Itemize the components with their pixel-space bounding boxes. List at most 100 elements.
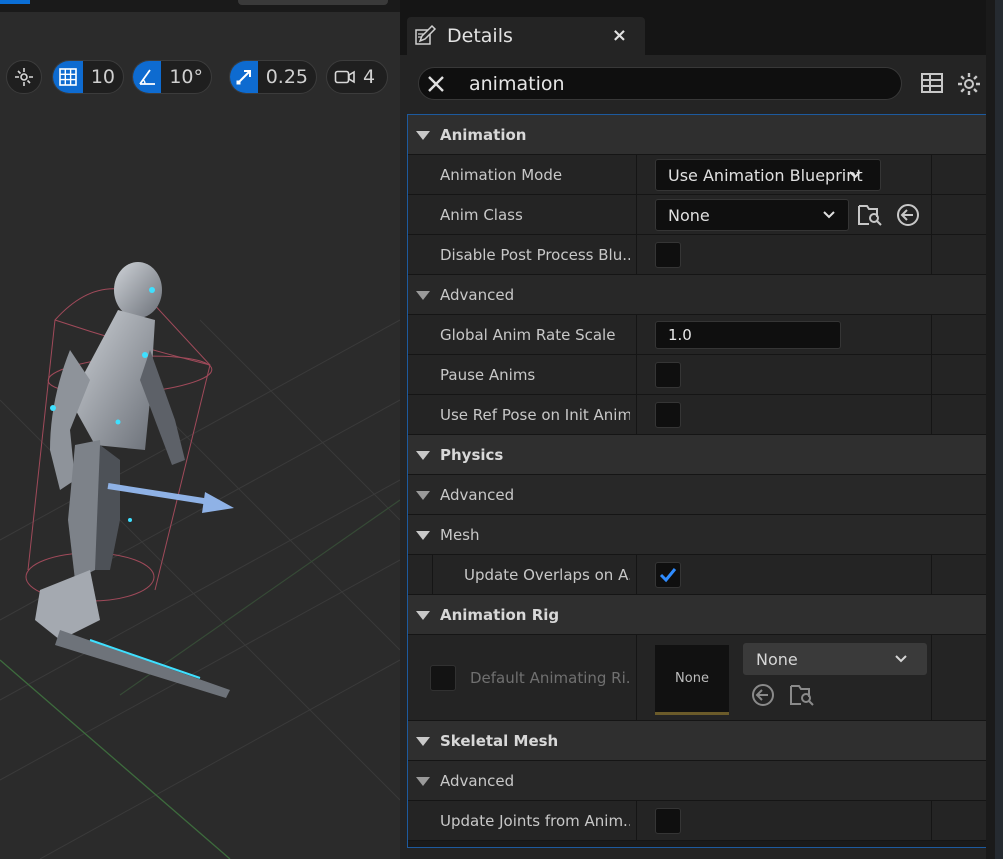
subcategory-label: Mesh — [440, 526, 480, 544]
value-cell: Use Animation Blueprint — [636, 155, 931, 195]
reset-cell — [931, 315, 986, 355]
asset-thumbnail[interactable]: None — [655, 645, 729, 715]
expand-arrow-icon[interactable] — [416, 777, 430, 786]
subcategory-label: Advanced — [440, 286, 515, 304]
use-ref-pose-checkbox[interactable] — [655, 402, 681, 428]
property-anim-class: Anim Class None — [408, 195, 986, 235]
property-update-joints: Update Joints from Anim... — [408, 801, 986, 841]
grid-icon[interactable] — [53, 61, 83, 93]
active-indicator — [0, 0, 30, 4]
category-skeletal-mesh[interactable]: Skeletal Mesh — [408, 721, 986, 761]
global-anim-rate-scale-field[interactable]: 1.0 — [655, 321, 841, 349]
expand-arrow-icon[interactable] — [416, 451, 430, 460]
value-cell: None None — [636, 635, 931, 721]
scale-snap-control[interactable]: 0.25 — [229, 60, 317, 94]
clear-search-icon[interactable] — [419, 75, 453, 93]
property-label: Update Joints from Anim... — [440, 812, 630, 830]
viewport-header-bar — [238, 0, 388, 5]
reset-cell — [931, 235, 986, 275]
subcategory-advanced[interactable]: Advanced — [408, 761, 986, 801]
update-joints-checkbox[interactable] — [655, 808, 681, 834]
anim-class-dropdown[interactable]: None — [655, 199, 849, 231]
viewport-scene[interactable] — [0, 100, 400, 859]
scale-icon[interactable] — [230, 61, 258, 93]
camera-speed-control[interactable]: 4 — [326, 60, 388, 94]
transform-mode-button[interactable] — [6, 60, 42, 94]
window-divider — [995, 0, 1003, 859]
viewport-toolbar: 10 10° 0.25 4 — [0, 60, 400, 96]
browse-asset-icon[interactable] — [857, 203, 883, 227]
scale-snap-value[interactable]: 0.25 — [258, 66, 316, 88]
expand-arrow-icon[interactable] — [416, 291, 430, 300]
update-overlaps-checkbox[interactable] — [655, 562, 681, 588]
property-label: Pause Anims — [440, 366, 536, 384]
use-selected-icon[interactable] — [751, 683, 775, 707]
property-animation-mode: Animation Mode Use Animation Blueprint — [408, 155, 986, 195]
reset-cell — [931, 635, 986, 721]
category-label: Animation — [440, 126, 527, 144]
search-input[interactable] — [469, 72, 869, 95]
grid-snap-control[interactable]: 10 — [52, 60, 124, 94]
rotation-snap-value[interactable]: 10° — [161, 66, 211, 88]
property-label: Disable Post Process Blu... — [440, 246, 630, 264]
property-use-ref-pose: Use Ref Pose on Init Anim — [408, 395, 986, 435]
details-tab[interactable]: Details × — [407, 17, 645, 55]
close-icon[interactable]: × — [612, 25, 627, 46]
character-mesh[interactable] — [35, 262, 230, 698]
dropdown-value: Use Animation Blueprint — [668, 165, 863, 185]
subcategory-mesh[interactable]: Mesh — [408, 515, 986, 555]
category-label: Physics — [440, 446, 504, 464]
browse-asset-icon[interactable] — [789, 683, 815, 707]
category-animation-rig[interactable]: Animation Rig — [408, 595, 986, 635]
subcategory-label: Advanced — [440, 486, 515, 504]
category-animation[interactable]: Animation — [408, 115, 986, 155]
details-pencil-icon — [415, 24, 437, 45]
chevron-down-icon — [823, 211, 835, 219]
value-cell — [636, 555, 931, 595]
camera-icon — [327, 61, 363, 93]
use-selected-icon[interactable] — [896, 203, 920, 227]
level-viewport[interactable]: 10 10° 0.25 4 — [0, 0, 400, 859]
property-label: Animation Mode — [440, 166, 563, 184]
subcategory-label: Advanced — [440, 772, 515, 790]
dropdown-value: None — [756, 649, 798, 669]
grid-snap-value[interactable]: 10 — [83, 66, 123, 88]
default-animating-rig-checkbox[interactable] — [430, 665, 456, 691]
reset-cell — [931, 155, 986, 195]
angle-icon[interactable] — [133, 61, 162, 93]
green-axis-line — [0, 659, 231, 859]
indent-guide — [432, 555, 433, 595]
pause-anims-checkbox[interactable] — [655, 362, 681, 388]
property-label: Default Animating Ri... — [470, 669, 630, 687]
property-matrix-icon[interactable] — [920, 72, 944, 94]
expand-arrow-icon[interactable] — [416, 611, 430, 620]
value-cell — [636, 801, 931, 841]
chevron-down-icon — [849, 171, 861, 179]
search-row — [400, 55, 987, 111]
property-label: Global Anim Rate Scale — [440, 326, 616, 344]
camera-speed-value[interactable]: 4 — [363, 66, 383, 88]
disable-post-process-checkbox[interactable] — [655, 242, 681, 268]
property-list: Animation Animation Mode Use Animation B… — [407, 114, 987, 848]
search-box[interactable] — [418, 67, 902, 100]
adjacent-window-edge — [986, 0, 1003, 859]
gear-icon[interactable] — [957, 72, 981, 96]
property-label: Anim Class — [440, 206, 523, 224]
reset-cell — [931, 555, 986, 595]
value-cell — [636, 235, 931, 275]
details-tab-title: Details — [447, 25, 513, 47]
animation-mode-dropdown[interactable]: Use Animation Blueprint — [655, 159, 881, 191]
transform-mode-icon — [7, 61, 41, 93]
category-physics[interactable]: Physics — [408, 435, 986, 475]
reset-cell — [931, 355, 986, 395]
default-animating-rig-dropdown[interactable]: None — [743, 643, 927, 675]
expand-arrow-icon[interactable] — [416, 131, 430, 140]
subcategory-advanced[interactable]: Advanced — [408, 275, 986, 315]
property-global-anim-rate-scale: Global Anim Rate Scale 1.0 — [408, 315, 986, 355]
subcategory-advanced[interactable]: Advanced — [408, 475, 986, 515]
expand-arrow-icon[interactable] — [416, 531, 430, 540]
property-label: Use Ref Pose on Init Anim — [440, 406, 630, 424]
expand-arrow-icon[interactable] — [416, 737, 430, 746]
rotation-snap-control[interactable]: 10° — [132, 60, 212, 94]
expand-arrow-icon[interactable] — [416, 491, 430, 500]
